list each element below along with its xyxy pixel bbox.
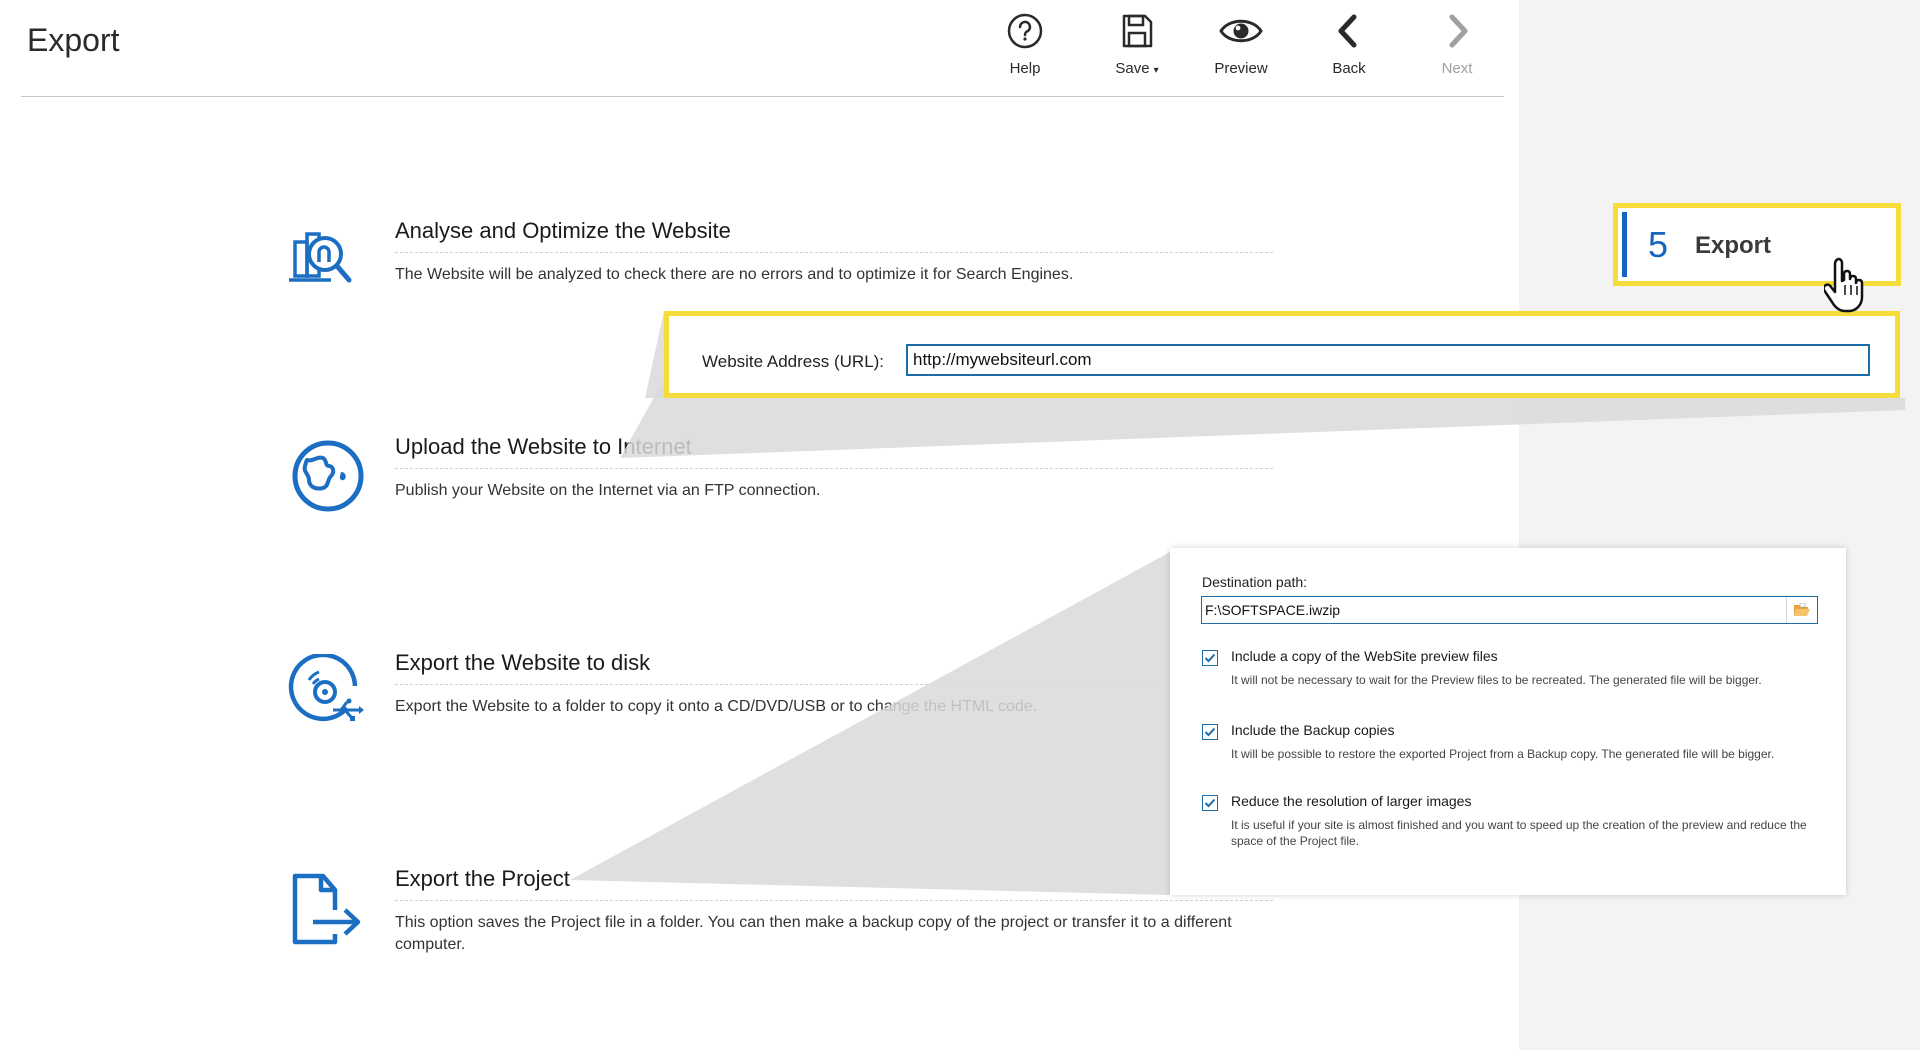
checkmark-icon [1204,727,1216,737]
website-url-input[interactable] [906,344,1870,376]
checkbox-note: It is useful if your site is almost fini… [1231,818,1807,848]
checkbox-note: It will be possible to restore the expor… [1231,747,1775,761]
checkbox-label: Include the Backup copies [1231,722,1395,738]
destination-path-input[interactable] [1205,600,1785,620]
folder-open-icon [1794,603,1810,616]
reduce-images-checkbox[interactable] [1202,795,1218,811]
step-label: Export [1695,232,1772,259]
url-callout-panel: Website Address (URL): [664,311,1900,398]
checkmark-icon [1204,798,1216,808]
checkbox-label: Include a copy of the WebSite preview fi… [1231,648,1498,664]
export-project-panel: Destination path: Include a copy of the … [1170,548,1846,895]
browse-folder-button[interactable] [1786,597,1817,623]
checkbox-label: Reduce the resolution of larger images [1231,793,1472,809]
step-accent-bar [1622,212,1627,277]
destination-path-label: Destination path: [1202,574,1308,590]
preview-files-checkbox[interactable] [1202,650,1218,666]
checkbox-note: It will not be necessary to wait for the… [1231,673,1762,687]
hand-pointer-icon [1824,257,1864,313]
url-label: Website Address (URL): [702,352,885,371]
checkmark-icon [1204,653,1216,663]
backup-copies-checkbox[interactable] [1202,724,1218,740]
step-number: 5 [1648,224,1669,265]
destination-path-field [1201,596,1818,624]
